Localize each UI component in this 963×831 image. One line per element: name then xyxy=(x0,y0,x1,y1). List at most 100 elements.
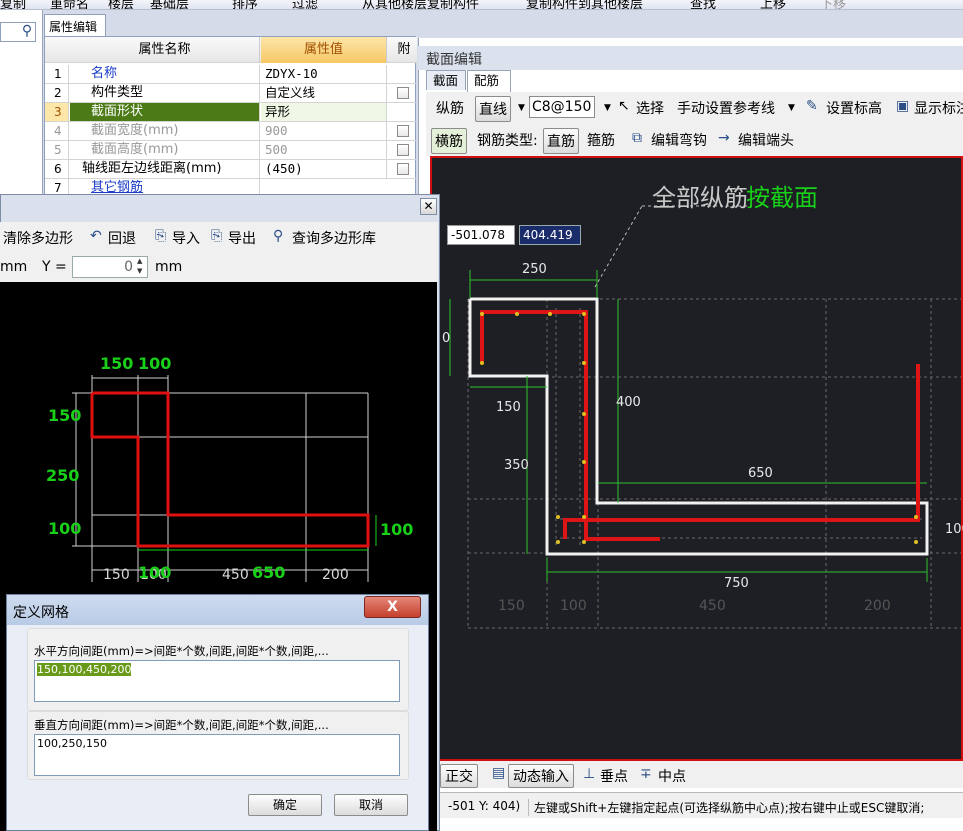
vertical-label: 垂直方向间距(mm)=>间距*个数,间距,间距*个数,间距,... xyxy=(34,718,329,732)
midpoint-button[interactable]: 中点 xyxy=(658,766,686,786)
chevron-down-icon[interactable]: ▼ xyxy=(518,103,525,113)
value-component-type[interactable]: 自定义线 xyxy=(261,84,387,102)
vertical-spacing-input[interactable]: 100,250,150 xyxy=(34,734,400,776)
set-elevation-button[interactable]: 设置标高 xyxy=(826,98,882,118)
tab-rebar[interactable]: 配筋 xyxy=(467,70,511,92)
dim-150: 150 xyxy=(496,400,521,415)
dim-right-100: 100 xyxy=(380,520,414,539)
close-icon[interactable]: ✕ xyxy=(420,198,437,215)
chevron-down-icon[interactable]: ▼ xyxy=(788,103,795,113)
tab-property-edit[interactable]: 属性编辑 xyxy=(44,14,106,36)
cursor-arrow-icon: ↖ xyxy=(618,98,630,114)
coord-y-input[interactable] xyxy=(519,225,581,245)
perpendicular-button[interactable]: 垂点 xyxy=(600,766,628,786)
dim-top-100: 100 xyxy=(138,354,172,373)
dynamic-input-button[interactable]: 动态输入 xyxy=(508,764,574,788)
stirrup-button[interactable]: 箍筋 xyxy=(587,130,615,150)
show-mark-icon: ▣ xyxy=(896,98,910,114)
edit-hook-button[interactable]: 编辑弯钩 xyxy=(651,130,707,150)
dim-0: 0 xyxy=(442,331,451,346)
export-icon: ⎘ xyxy=(211,228,223,244)
section-outline xyxy=(468,297,929,556)
toolbar-move-down[interactable]: 下移 xyxy=(820,0,846,9)
y-unit-label: mm xyxy=(155,259,183,275)
grid-label-200: 200 xyxy=(864,598,891,614)
grid-lines xyxy=(467,298,961,629)
toolbar-find[interactable]: 查找 xyxy=(690,0,716,9)
attach-checkbox[interactable] xyxy=(397,125,409,137)
close-icon[interactable]: X xyxy=(364,596,421,618)
rebar-spec-input[interactable]: C8@150 xyxy=(529,96,595,118)
cancel-button[interactable]: 取消 xyxy=(334,794,408,816)
manual-ref-line-button[interactable]: 手动设置参考线 xyxy=(677,98,775,118)
import-button[interactable]: 导入 xyxy=(172,228,200,248)
horizontal-spacing-value[interactable]: 150,100,450,200 xyxy=(37,663,132,676)
toolbar-floor-select[interactable]: 基础层 xyxy=(150,0,189,9)
toolbar-sort[interactable]: 排序 xyxy=(232,0,258,9)
table-row[interactable]: 4 截面宽度(mm) 900 xyxy=(45,122,417,141)
dim-400: 400 xyxy=(616,395,641,410)
property-table: 属性名称 属性值 附 1 名称 ZDYX-10 2 构件类型 自定义线 3 截面… xyxy=(44,36,417,198)
dim-green-100: 100 xyxy=(138,563,172,582)
polygon-grid xyxy=(72,375,369,582)
vertical-spacing-value[interactable]: 100,250,150 xyxy=(37,737,107,750)
toolbar-copy-to-floor[interactable]: 复制构件到其他楼层 xyxy=(526,0,643,9)
section-drawing-canvas[interactable]: 全部纵筋 按截面 250 0 150 400 350 650 750 100 1… xyxy=(430,156,963,761)
export-button[interactable]: 导出 xyxy=(228,228,256,248)
toolbar-copy[interactable]: 复制 xyxy=(0,0,26,9)
dim-100-right: 100 xyxy=(945,522,963,537)
ortho-button[interactable]: 正交 xyxy=(440,764,478,788)
attach-checkbox[interactable] xyxy=(397,144,409,156)
table-row[interactable]: 2 构件类型 自定义线 xyxy=(45,84,417,103)
value-section-width[interactable]: 900 xyxy=(261,122,387,140)
import-icon: ⎘ xyxy=(155,228,167,244)
toolbar-floor[interactable]: 楼层 xyxy=(108,0,134,9)
status-coord: -501 Y: 404) xyxy=(448,799,521,813)
clear-polygon-button[interactable]: 清除多边形 xyxy=(3,228,73,248)
ok-button[interactable]: 确定 xyxy=(248,794,322,816)
toolbar-copy-from-floor[interactable]: 从其他楼层复制构件 xyxy=(362,0,479,9)
attach-checkbox[interactable] xyxy=(397,87,409,99)
select-button[interactable]: 选择 xyxy=(636,98,664,118)
rebar-type-toolbar: 横筋 钢筋类型: 直筋 箍筋 ⧉ 编辑弯钩 → 编辑端头 xyxy=(426,124,963,156)
edit-end-button[interactable]: 编辑端头 xyxy=(738,130,794,150)
toolbar-rename[interactable]: 重命名 xyxy=(50,0,89,9)
search-icon[interactable]: ⚲ xyxy=(18,23,36,41)
undo-button[interactable]: 回退 xyxy=(108,228,136,248)
property-header: 属性名称 属性值 附 xyxy=(45,37,417,63)
header-extra: 附 xyxy=(397,42,411,57)
dim-left-100: 100 xyxy=(48,519,82,538)
query-polygon-library-button[interactable]: 查询多边形库 xyxy=(292,228,376,248)
edit-hook-icon: ⧉ xyxy=(632,130,642,146)
attach-checkbox[interactable] xyxy=(397,163,409,175)
x-unit-label: mm xyxy=(0,259,28,275)
straight-rebar-button[interactable]: 直筋 xyxy=(543,128,579,154)
horizontal-spacing-input[interactable]: 150,100,450,200 xyxy=(34,660,400,702)
dim-left-150: 150 xyxy=(48,406,82,425)
table-row[interactable]: 6 轴线距左边线距离(mm) (450) xyxy=(45,160,417,179)
value-name[interactable]: ZDYX-10 xyxy=(261,65,387,83)
value-axis-offset[interactable]: (450) xyxy=(261,160,387,178)
table-row[interactable]: 1 名称 ZDYX-10 xyxy=(45,65,417,84)
rebar-long-button[interactable]: 纵筋 xyxy=(436,98,464,118)
header-name: 属性名称 xyxy=(70,37,260,63)
show-mark-button[interactable]: 显示标注 xyxy=(914,98,963,118)
horizontal-label: 水平方向间距(mm)=>间距*个数,间距,间距*个数,间距,... xyxy=(34,644,329,658)
value-section-height[interactable]: 500 xyxy=(261,141,387,159)
rebar-horiz-button[interactable]: 横筋 xyxy=(431,128,467,154)
toolbar-filter[interactable]: 过滤 xyxy=(292,0,318,9)
annotation-leader xyxy=(594,205,643,288)
main-toolbar: 复制 重命名 楼层 基础层 排序 过滤 从其他楼层复制构件 复制构件到其他楼层 … xyxy=(0,0,963,10)
tab-section[interactable]: 截面 xyxy=(426,70,466,90)
coord-x-input[interactable] xyxy=(447,225,515,245)
line-mode-button[interactable]: 直线 xyxy=(475,96,511,122)
dim-bottom-200: 200 xyxy=(322,567,349,583)
chevron-down-icon[interactable]: ▼ xyxy=(604,103,611,113)
spinner-icon[interactable]: ▲ ▼ xyxy=(137,256,142,276)
value-section-shape[interactable]: 异形 xyxy=(261,103,387,121)
header-value: 属性值 xyxy=(261,37,387,63)
table-row[interactable]: 5 截面高度(mm) 500 xyxy=(45,141,417,160)
undo-icon: ↶ xyxy=(90,228,102,244)
toolbar-move-up[interactable]: 上移 xyxy=(760,0,786,9)
table-row-selected[interactable]: 3 截面形状 异形 xyxy=(45,103,417,122)
